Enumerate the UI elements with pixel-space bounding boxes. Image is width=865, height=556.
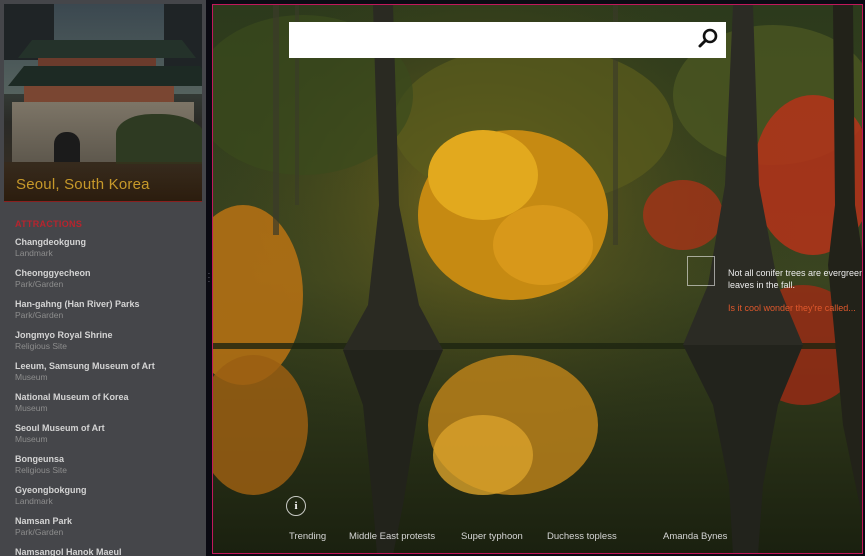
attraction-type: Museum	[15, 403, 48, 413]
attraction-item[interactable]: Jongmyo Royal Shrine Religious Site	[15, 329, 155, 360]
attraction-item[interactable]: Changdeokgung Landmark	[15, 236, 155, 267]
search-icon	[697, 27, 719, 54]
attraction-type: Museum	[15, 372, 48, 382]
hero-gate-lower-roof	[8, 66, 202, 86]
trending-item[interactable]: Middle East protests	[349, 531, 435, 542]
attraction-type: Landmark	[15, 496, 53, 506]
trending-item[interactable]: Amanda Bynes	[663, 531, 727, 542]
attraction-name: Gyeongbokgung	[15, 485, 87, 495]
attraction-item[interactable]: Han-gahng (Han River) Parks Park/Garden	[15, 298, 155, 329]
attraction-name: Leeum, Samsung Museum of Art	[15, 361, 155, 371]
attraction-type: Religious Site	[15, 341, 67, 351]
attraction-name: Jongmyo Royal Shrine	[15, 330, 113, 340]
attraction-type: Museum	[15, 434, 48, 444]
attraction-item[interactable]: Bongeunsa Religious Site	[15, 453, 155, 484]
attraction-type: Park/Garden	[15, 527, 64, 537]
attraction-item[interactable]: Cheonggyecheon Park/Garden	[15, 267, 155, 298]
search-button[interactable]	[690, 22, 726, 58]
info-icon: i	[294, 500, 298, 512]
search-input[interactable]	[289, 22, 689, 58]
attractions-list: Changdeokgung Landmark Cheonggyecheon Park…	[15, 236, 155, 556]
hotspot-fact-line1: Not all conifer trees are evergreens. So…	[728, 268, 862, 278]
attraction-name: Han-gahng (Han River) Parks	[15, 299, 140, 309]
hero-gate-arch	[54, 132, 80, 162]
attraction-item[interactable]: Namsan Park Park/Garden	[15, 515, 155, 546]
attraction-name: Namsan Park	[15, 516, 73, 526]
attraction-item[interactable]: National Museum of Korea Museum	[15, 391, 155, 422]
trending-item[interactable]: Super typhoon	[461, 531, 523, 542]
attraction-name: Namsangol Hanok Maeul	[15, 547, 122, 556]
attraction-item[interactable]: Leeum, Samsung Museum of Art Museum	[15, 360, 155, 391]
destination-hero-image[interactable]: Seoul, South Korea	[4, 4, 202, 202]
attraction-type: Park/Garden	[15, 279, 64, 289]
attraction-item[interactable]: Seoul Museum of Art Museum	[15, 422, 155, 453]
destination-title: Seoul, South Korea	[16, 176, 150, 193]
info-button[interactable]: i	[286, 496, 306, 516]
hotspot-fact-text: Not all conifer trees are evergreens. So…	[728, 267, 862, 291]
hero-gate-upper-roof	[18, 40, 196, 58]
attraction-type: Religious Site	[15, 465, 67, 475]
hotspot-link[interactable]: Is it cool wonder they're called...	[728, 303, 862, 313]
attraction-name: Cheonggyecheon	[15, 268, 91, 278]
attraction-item[interactable]: Namsangol Hanok Maeul	[15, 546, 155, 556]
bing-pane: Not all conifer trees are evergreens. So…	[212, 4, 863, 554]
attraction-name: Changdeokgung	[15, 237, 86, 247]
hero-trees	[116, 114, 202, 164]
trending-label[interactable]: Trending	[289, 531, 326, 542]
attraction-name: Seoul Museum of Art	[15, 423, 105, 433]
search-box	[289, 22, 726, 58]
travel-panel: Seoul, South Korea ATTRACTIONS Changdeok…	[0, 0, 206, 556]
hotspot-fact-line2: leaves in the fall.	[728, 280, 796, 290]
attraction-type: Landmark	[15, 248, 53, 258]
image-hotspot[interactable]	[687, 256, 715, 286]
attractions-heading[interactable]: ATTRACTIONS	[15, 219, 82, 229]
attraction-item[interactable]: Gyeongbokgung Landmark	[15, 484, 155, 515]
trending-item[interactable]: Duchess topless	[547, 531, 617, 542]
attraction-name: National Museum of Korea	[15, 392, 129, 402]
hero-accent-line	[4, 201, 202, 202]
attraction-name: Bongeunsa	[15, 454, 65, 464]
attraction-type: Park/Garden	[15, 310, 64, 320]
hero-gate-lower-hall	[24, 86, 174, 102]
